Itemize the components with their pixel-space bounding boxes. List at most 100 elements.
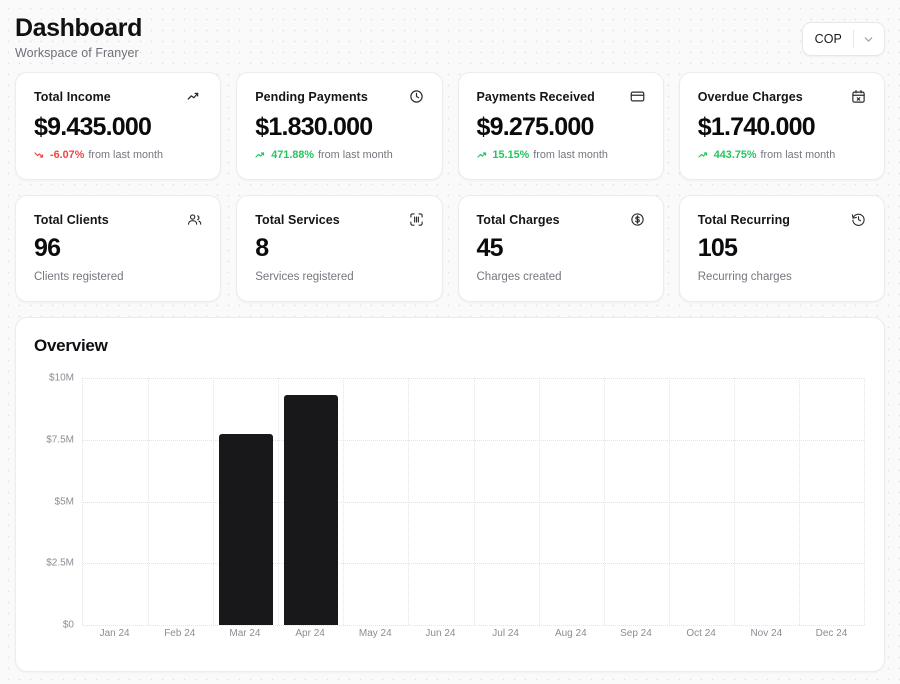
chart-x-tick-label: Sep 24 bbox=[620, 628, 652, 639]
stat-card-overdue-charges[interactable]: Overdue Charges $1.740.000 443.75% from … bbox=[678, 72, 885, 180]
chart-y-tick-label: $0 bbox=[62, 619, 74, 631]
chart-x-axis: Jan 24 Feb 24 Mar 24 Apr 24 May 24 Jun 24 Jul … bbox=[82, 628, 864, 639]
page-title: Dashboard bbox=[15, 14, 142, 42]
chart-bar-slot bbox=[213, 378, 278, 625]
stat-label: Total Recurring bbox=[697, 213, 790, 227]
stat-label: Total Services bbox=[255, 213, 340, 227]
stat-label: Total Income bbox=[34, 90, 111, 104]
stat-card-total-income[interactable]: Total Income $9.435.000 -6.07% from last… bbox=[15, 72, 222, 180]
stat-card-header: Total Income bbox=[34, 90, 202, 104]
chart-x-tick-label: Jul 24 bbox=[492, 628, 519, 639]
currency-select-value: COP bbox=[814, 32, 842, 46]
stats-row-financial: Total Income $9.435.000 -6.07% from last… bbox=[0, 72, 900, 180]
stat-card-header: Overdue Charges bbox=[697, 89, 866, 104]
stat-subtext: Charges created bbox=[476, 271, 562, 283]
stat-card-total-clients[interactable]: Total Clients 96 Clients registered bbox=[15, 195, 222, 302]
stat-label: Total Clients bbox=[34, 213, 109, 227]
stat-footer: 443.75% from last month bbox=[698, 149, 866, 161]
chart-bars bbox=[83, 378, 864, 625]
stats-row-counts: Total Clients 96 Clients registered Tota… bbox=[0, 195, 900, 302]
chart-title: Overview bbox=[34, 336, 108, 355]
chart-bar-slot bbox=[278, 378, 343, 625]
trending-down-icon bbox=[34, 149, 46, 161]
page-heading-block: Dashboard Workspace of Franyer bbox=[15, 14, 142, 60]
stat-card-total-services[interactable]: Total Services 8 Services registered bbox=[236, 195, 443, 302]
stat-card-header: Payments Received bbox=[477, 90, 645, 104]
credit-card-icon bbox=[630, 89, 645, 104]
chart-y-tick-label: $7.5M bbox=[46, 434, 74, 446]
stat-delta-suffix: from last month bbox=[88, 149, 164, 161]
stat-card-payments-received[interactable]: Payments Received $9.275.000 15.15% from… bbox=[457, 72, 664, 180]
stat-value: 8 bbox=[255, 234, 269, 262]
chart-gridline-horizontal bbox=[83, 625, 864, 626]
chart-bar-slot bbox=[669, 378, 734, 625]
chart-bar-slot bbox=[83, 378, 148, 625]
overview-chart-card: Overview $0 $2.5M $5M $7.5M $10M Jan 24 Feb 2… bbox=[15, 317, 885, 672]
stat-value: 96 bbox=[34, 234, 61, 262]
chart-y-axis: $0 $2.5M $5M $7.5M $10M bbox=[34, 373, 80, 631]
chart-x-tick-label: Nov 24 bbox=[750, 628, 783, 639]
chevron-down-icon bbox=[854, 33, 882, 46]
chart-bar-slot bbox=[343, 378, 408, 625]
stat-value: $1.740.000 bbox=[697, 113, 816, 141]
chart-x-tick-label: Jun 24 bbox=[425, 628, 456, 639]
chart-x-tick-label: Jan 24 bbox=[99, 628, 130, 639]
stat-value: $1.830.000 bbox=[255, 113, 373, 141]
stat-delta: 471.88% bbox=[271, 149, 315, 161]
chart-bar-slot bbox=[473, 378, 538, 625]
stat-value: $9.275.000 bbox=[476, 113, 595, 141]
chart-x-tick-label: Oct 24 bbox=[686, 628, 716, 639]
chart-y-tick-label: $2.5M bbox=[46, 557, 74, 569]
stat-value: $9.435.000 bbox=[34, 113, 152, 141]
stat-footer: 15.15% from last month bbox=[476, 149, 645, 161]
stat-delta: -6.07% bbox=[50, 149, 85, 161]
chart-bar-slot bbox=[408, 378, 473, 625]
stat-label: Overdue Charges bbox=[697, 90, 803, 104]
chart-bar[interactable] bbox=[283, 395, 338, 625]
stat-delta: 15.15% bbox=[492, 149, 530, 161]
users-icon bbox=[187, 212, 202, 227]
stat-subtext: Clients registered bbox=[34, 271, 124, 283]
dollar-circle-icon bbox=[630, 212, 645, 227]
stat-card-header: Total Services bbox=[255, 213, 423, 227]
stat-delta-suffix: from last month bbox=[533, 149, 608, 161]
chart-x-tick-label: Feb 24 bbox=[164, 628, 196, 639]
stat-subtext: Services registered bbox=[255, 271, 354, 283]
stat-footer: 471.88% from last month bbox=[255, 149, 423, 161]
stat-card-header: Total Recurring bbox=[698, 213, 866, 227]
chart-x-tick-label: Mar 24 bbox=[229, 628, 261, 639]
chart-x-tick-label: Aug 24 bbox=[554, 628, 587, 639]
chart-bar-slot bbox=[148, 378, 213, 625]
stat-card-header: Pending Payments bbox=[255, 90, 423, 104]
stat-subtext: Recurring charges bbox=[697, 271, 792, 283]
stat-delta-suffix: from last month bbox=[318, 149, 393, 161]
clock-icon bbox=[409, 89, 424, 104]
trending-up-icon bbox=[476, 149, 489, 161]
trending-up-icon bbox=[255, 149, 267, 161]
chart-gridline-vertical bbox=[864, 378, 865, 625]
calendar-x-icon bbox=[851, 89, 866, 104]
overview-bar-chart: $0 $2.5M $5M $7.5M $10M Jan 24 Feb 24 Mar 24 Ap… bbox=[34, 373, 865, 653]
page-subtitle: Workspace of Franyer bbox=[15, 45, 139, 60]
chart-x-tick-label: May 24 bbox=[358, 628, 392, 639]
chart-bar-slot bbox=[799, 378, 864, 625]
stat-value: 105 bbox=[697, 234, 738, 262]
stat-card-pending-payments[interactable]: Pending Payments $1.830.000 471.88% from… bbox=[236, 72, 443, 180]
trending-up-icon bbox=[698, 149, 710, 161]
scan-icon bbox=[409, 212, 424, 227]
stat-card-header: Total Clients bbox=[34, 213, 202, 227]
trending-up-icon bbox=[187, 89, 202, 104]
stat-card-total-recurring[interactable]: Total Recurring 105 Recurring charges bbox=[678, 195, 885, 302]
stat-delta-suffix: from last month bbox=[760, 149, 836, 161]
chart-y-tick-label: $10M bbox=[48, 372, 74, 384]
stat-value: 45 bbox=[476, 234, 504, 262]
chart-x-tick-label: Dec 24 bbox=[815, 628, 848, 639]
stat-card-header: Total Charges bbox=[477, 213, 645, 227]
chart-bar[interactable] bbox=[218, 433, 273, 625]
chart-x-tick-label: Apr 24 bbox=[295, 628, 325, 639]
chart-plot-area bbox=[82, 378, 865, 626]
stat-card-total-charges[interactable]: Total Charges 45 Charges created bbox=[457, 195, 664, 302]
chart-bar-slot bbox=[734, 378, 799, 625]
stat-label: Pending Payments bbox=[255, 90, 368, 104]
currency-select[interactable]: COP bbox=[801, 22, 885, 56]
